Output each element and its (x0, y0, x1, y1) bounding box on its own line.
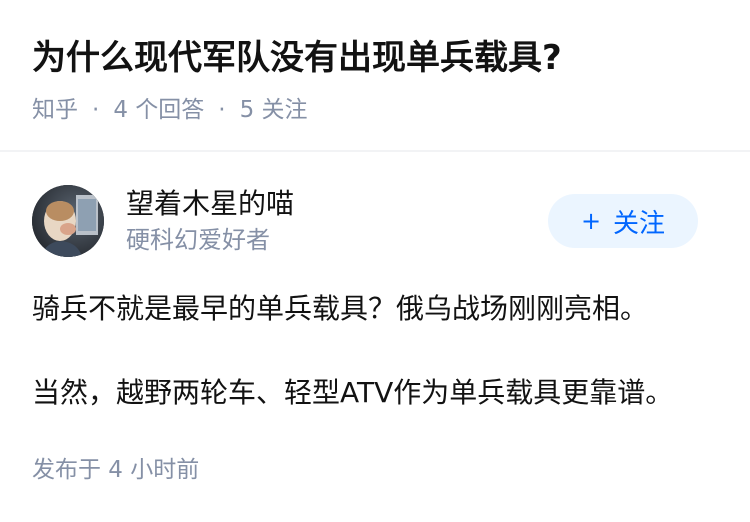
question-title[interactable]: 为什么现代军队没有出现单兵载具? (32, 28, 722, 88)
question-source[interactable]: 知乎 (32, 92, 78, 128)
answer-paragraph: 当然，越野两轮车、轻型ATV作为单兵载具更靠谱。 (32, 376, 674, 409)
author-row: 望着木星的喵 硬科幻爱好者 + 关注 (32, 184, 718, 258)
avatar[interactable] (32, 185, 104, 257)
question-meta: 知乎 · 4 个回答 · 5 关注 (32, 92, 722, 128)
meta-separator: · (92, 97, 100, 123)
answer-content[interactable]: 骑兵不就是最早的单兵载具？俄乌战场刚刚亮相。 当然，越野两轮车、轻型ATV作为单… (32, 288, 718, 414)
author-name[interactable]: 望着木星的喵 (126, 185, 294, 223)
answer-card: 望着木星的喵 硬科幻爱好者 + 关注 骑兵不就是最早的单兵载具？俄乌战场刚刚亮相… (32, 184, 718, 486)
author-headline: 硬科幻爱好者 (126, 226, 270, 254)
meta-separator: · (218, 97, 226, 123)
plus-icon: + (580, 207, 602, 235)
answer-count[interactable]: 4 个回答 (113, 92, 204, 128)
follower-count[interactable]: 5 关注 (240, 92, 308, 128)
follow-button-label: 关注 (613, 208, 666, 239)
answer-paragraph: 骑兵不就是最早的单兵载具？俄乌战场刚刚亮相。 (32, 292, 649, 325)
answer-publish-time: 发布于 4 小时前 (32, 457, 200, 483)
author-info: 望着木星的喵 硬科幻爱好者 (126, 185, 294, 257)
avatar-image (32, 185, 104, 257)
question-header: 为什么现代军队没有出现单兵载具? 知乎 · 4 个回答 · 5 关注 (32, 28, 722, 128)
follow-button[interactable]: + 关注 (548, 194, 698, 248)
divider (0, 150, 750, 152)
